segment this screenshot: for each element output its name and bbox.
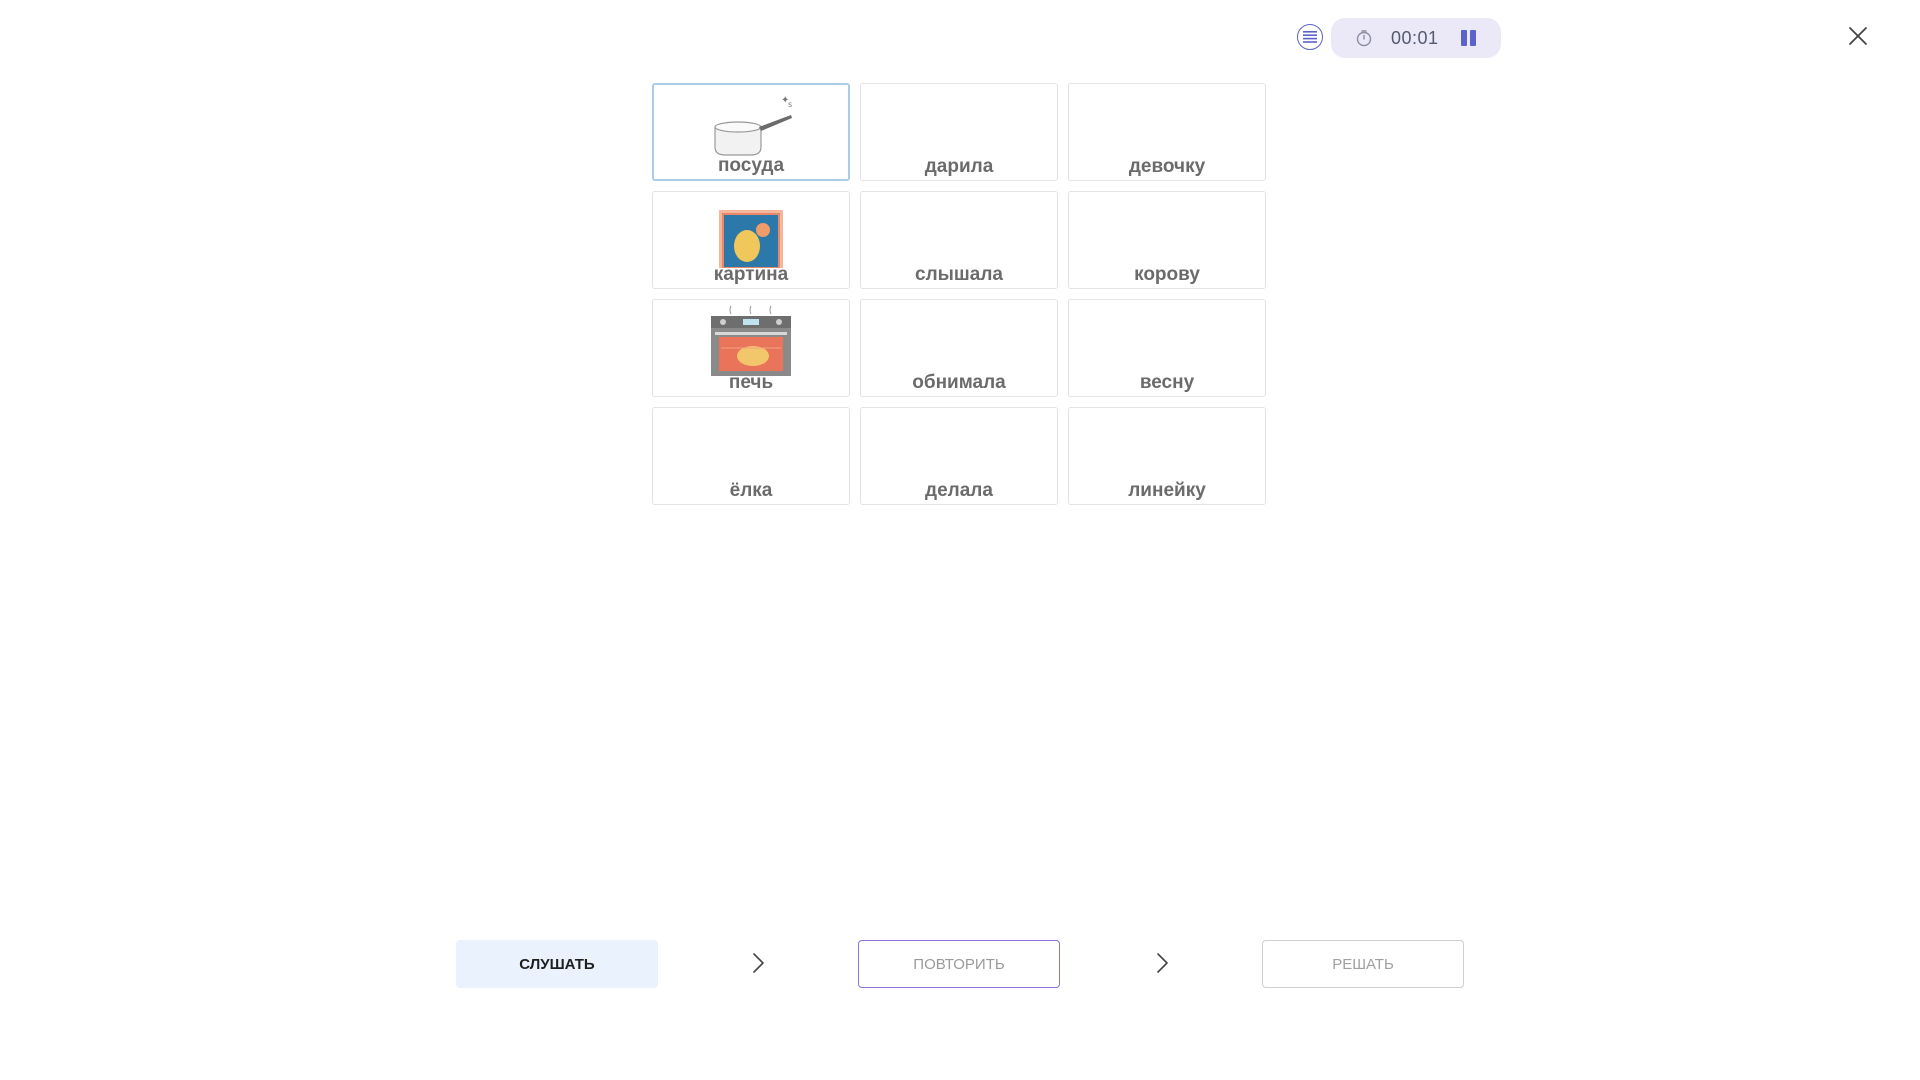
saucepan-icon: ✦ s [714,95,792,156]
card-label: слышала [915,264,1003,285]
repeat-button[interactable]: ПОВТОРИТЬ [858,940,1060,988]
word-card-darila[interactable]: дарила [860,83,1058,181]
card-label: посуда [717,155,785,176]
word-card-slyshala[interactable]: слышала [860,191,1058,289]
word-card-obnimala[interactable]: обнимала [860,299,1058,397]
pause-icon[interactable] [1459,29,1477,47]
timer-panel: 00:01 [1331,18,1501,58]
solve-button[interactable]: РЕШАТЬ [1262,940,1464,988]
card-label: весну [1139,372,1195,393]
word-card-yolka[interactable]: ёлка [652,407,850,505]
word-card-lineyku[interactable]: линейку [1068,407,1266,505]
card-label: корову [1134,264,1200,285]
close-icon[interactable] [1846,24,1870,48]
word-card-posuda[interactable]: ✦ s посуда [652,83,850,181]
chevron-right-icon [753,953,764,973]
word-grid: ✦ s посуда дарила девочку картина слышал… [652,83,1268,505]
word-card-delala[interactable]: делала [860,407,1058,505]
svg-text:s: s [788,100,792,109]
word-card-kartina[interactable]: картина [652,191,850,289]
word-card-vesnu[interactable]: весну [1068,299,1266,397]
oven-icon [711,305,791,376]
listen-button[interactable]: СЛУШАТЬ [456,940,658,988]
card-label: картина [713,264,789,285]
card-label: обнимала [912,372,1006,393]
card-label: дарила [924,156,994,177]
card-label: ёлка [729,480,773,501]
list-icon[interactable] [1297,24,1323,50]
word-card-korovu[interactable]: корову [1068,191,1266,289]
timer-value: 00:01 [1391,28,1439,48]
exercise-page: 00:01 ✦ s посуда дарила девочку картина … [0,0,1920,1080]
word-card-devochku[interactable]: девочку [1068,83,1266,181]
card-label: делала [925,480,993,501]
card-label: девочку [1128,156,1206,177]
painting-icon [719,210,783,268]
word-card-pech[interactable]: печь [652,299,850,397]
chevron-right-icon [1157,953,1168,973]
card-label: печь [728,372,774,393]
card-label: линейку [1128,480,1206,501]
stopwatch-icon [1356,30,1372,47]
